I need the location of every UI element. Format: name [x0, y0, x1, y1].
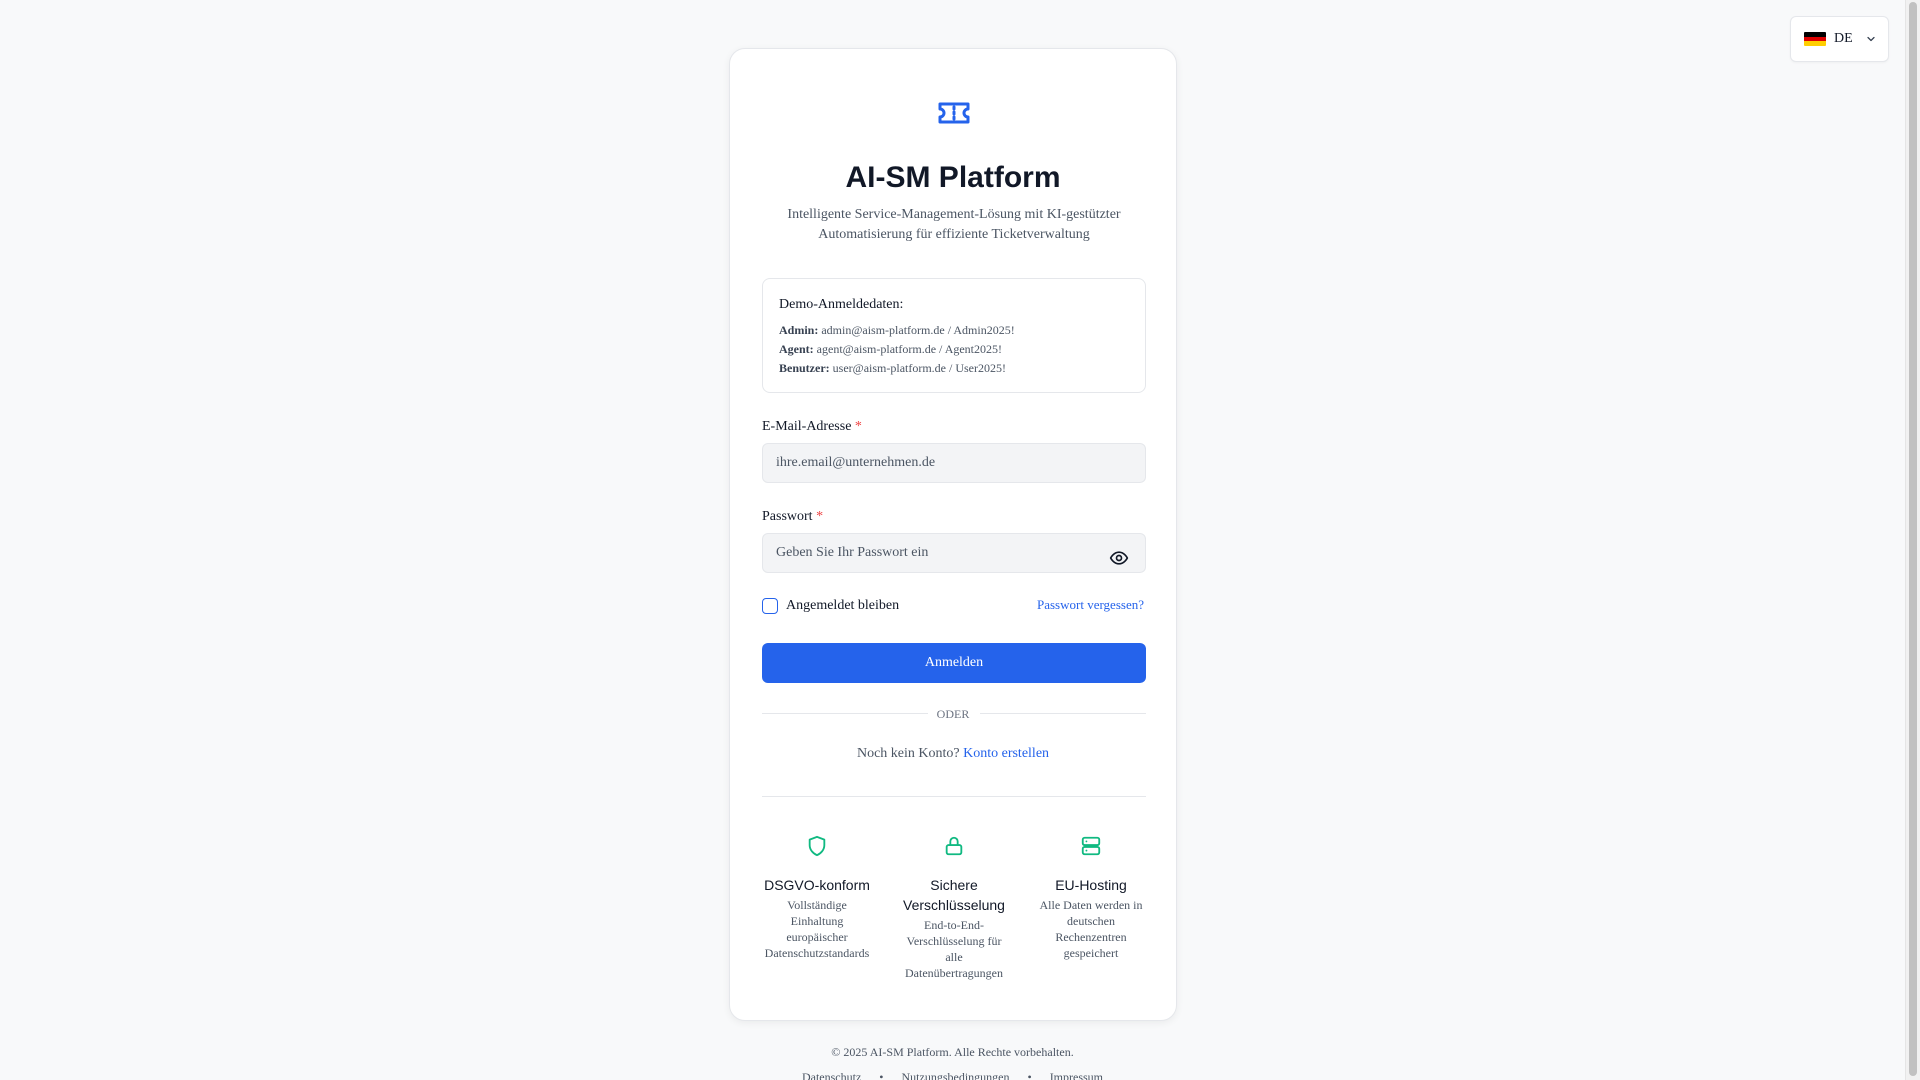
page-scrollbar[interactable]: [1905, 0, 1920, 1080]
or-separator-text: ODER: [936, 707, 970, 721]
signup-prompt-text: Noch kein Konto?: [856, 746, 960, 761]
create-account-link[interactable]: Konto erstellen: [963, 746, 1049, 761]
feature-title: EU-Hosting: [1055, 877, 1127, 893]
footer-separator: •: [1027, 1070, 1032, 1080]
feature-gdpr: DSGVO-konform Vollständige Einhaltung eu…: [762, 835, 872, 961]
demo-credentials-box: Demo-Anmeldedaten: Admin: admin@aism-pla…: [762, 278, 1146, 393]
chevron-down-icon: [1867, 36, 1875, 42]
page-subtitle: Intelligente Service-Management-Lösung m…: [787, 207, 1121, 242]
language-selector[interactable]: DE: [1790, 16, 1889, 62]
required-marker: *: [854, 419, 862, 434]
footer-separator: •: [879, 1070, 884, 1080]
demo-credential-admin: Admin: admin@aism-platform.de / Admin202…: [779, 321, 1129, 340]
footer-link-imprint[interactable]: Impressum: [1050, 1070, 1103, 1080]
demo-role: Admin:: [779, 323, 819, 337]
footer-link-terms[interactable]: Nutzungsbedingungen: [902, 1070, 1010, 1080]
required-marker: *: [816, 509, 824, 524]
feature-description: End-to-End-Verschlüsselung für alle Date…: [905, 918, 1003, 980]
section-divider: [762, 796, 1146, 797]
language-code: DE: [1834, 31, 1853, 46]
email-input[interactable]: [762, 443, 1146, 483]
feature-title: DSGVO-konform: [764, 877, 870, 893]
demo-credential-value: admin@aism-platform.de / Admin2025!: [821, 323, 1015, 337]
server-icon: [1081, 836, 1101, 856]
feature-description: Vollständige Einhaltung europäischer Dat…: [764, 898, 870, 960]
shield-icon: [808, 835, 826, 857]
footer-links: Datenschutz • Nutzungsbedingungen • Impr…: [0, 1070, 1905, 1080]
feature-title: Sichere Verschlüsselung: [903, 877, 1005, 913]
email-label: E-Mail-Adresse *: [762, 419, 862, 435]
feature-eu-hosting: EU-Hosting Alle Daten werden in deutsche…: [1036, 835, 1146, 961]
footer-copyright: © 2025 AI-SM Platform. Alle Rechte vorbe…: [831, 1045, 1074, 1059]
german-flag-icon: [1804, 32, 1826, 46]
demo-credential-user: Benutzer: user@aism-platform.de / User20…: [779, 359, 1129, 378]
password-label: Passwort *: [762, 509, 823, 525]
scrollbar-thumb[interactable]: [1909, 2, 1917, 1076]
password-label-text: Passwort: [762, 509, 813, 524]
demo-credentials-title: Demo-Anmeldedaten:: [779, 297, 904, 312]
page-title: AI-SM Platform: [845, 161, 1061, 194]
demo-credential-value: user@aism-platform.de / User2025!: [832, 361, 1006, 375]
remember-me-label[interactable]: Angemeldet bleiben: [786, 598, 899, 614]
login-button[interactable]: Anmelden: [762, 643, 1146, 683]
ticket-icon: [938, 102, 970, 124]
lock-icon: [945, 836, 963, 856]
login-card: AI-SM Platform Intelligente Service-Mana…: [729, 48, 1177, 1021]
signup-prompt: Noch kein Konto? Konto erstellen: [730, 746, 1176, 762]
feature-encryption: Sichere Verschlüsselung End-to-End-Versc…: [899, 835, 1009, 981]
demo-credential-agent: Agent: agent@aism-platform.de / Agent202…: [779, 340, 1129, 359]
feature-description: Alle Daten werden in deutschen Rechenzen…: [1039, 898, 1143, 960]
password-input[interactable]: [762, 533, 1146, 573]
demo-role: Agent:: [779, 342, 814, 356]
footer-link-privacy[interactable]: Datenschutz: [802, 1070, 861, 1080]
remember-me-checkbox[interactable]: [762, 598, 778, 614]
demo-role: Benutzer:: [779, 361, 830, 375]
demo-credential-value: agent@aism-platform.de / Agent2025!: [816, 342, 1003, 356]
eye-icon[interactable]: [1109, 548, 1129, 568]
forgot-password-link[interactable]: Passwort vergessen?: [1037, 597, 1144, 613]
email-label-text: E-Mail-Adresse: [762, 419, 852, 434]
